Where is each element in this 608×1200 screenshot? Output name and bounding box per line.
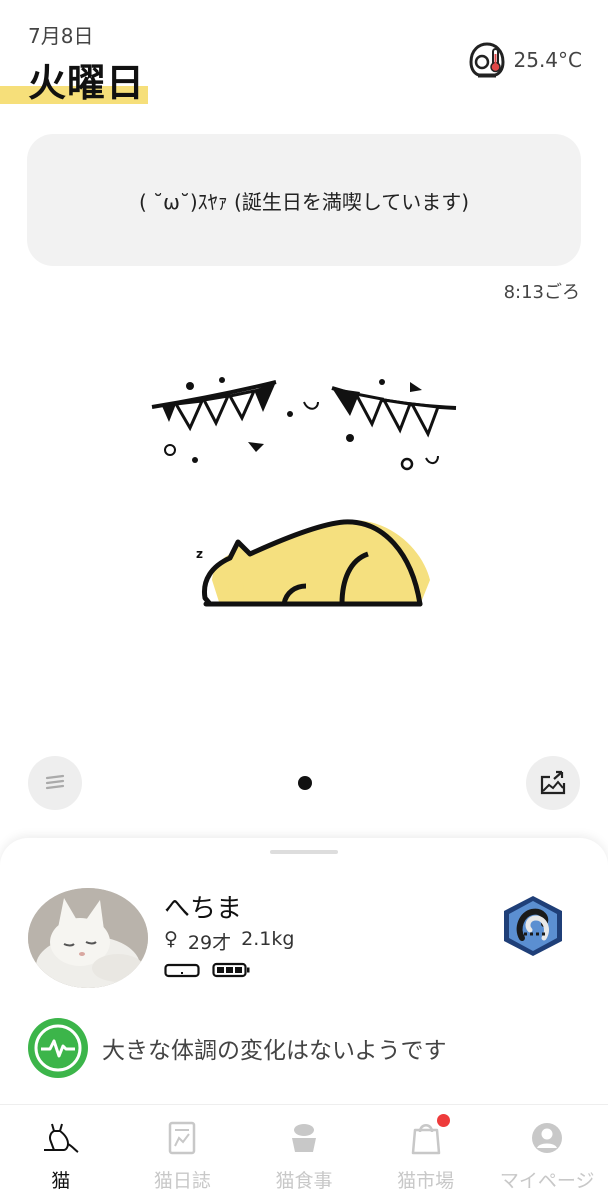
message-text: ( ˘ω˘)ｽﾔｧ (誕生日を満喫しています) <box>138 189 470 214</box>
avatar[interactable] <box>28 888 148 988</box>
sheet-handle[interactable] <box>270 850 338 854</box>
date-label: 7月8日 <box>28 24 94 48</box>
message-time: 8:13ごろ <box>503 282 580 303</box>
bottom-nav: 猫 猫日誌 猫食事 猫市場 マイページ <box>0 1106 608 1200</box>
nav-item-market[interactable]: 猫市場 <box>365 1106 487 1200</box>
health-status[interactable]: 大きな体調の変化はないようです <box>28 1018 447 1078</box>
menu-button[interactable] <box>28 756 82 810</box>
health-indicator <box>28 1018 88 1078</box>
battery-full-icon <box>212 962 250 978</box>
heartbeat-icon <box>34 1024 82 1072</box>
thermo-device-icon <box>468 42 505 78</box>
cat-weight: 2.1kg <box>241 928 295 950</box>
nav-label: 猫日誌 <box>153 1170 211 1192</box>
nav-item-cat[interactable]: 猫 <box>0 1106 122 1200</box>
diary-icon <box>169 1121 196 1155</box>
sex-symbol: ♀ <box>164 928 178 950</box>
bunting-right <box>303 379 457 471</box>
nav-item-food[interactable]: 猫食事 <box>243 1106 365 1200</box>
day-of-week-label: 火曜日 <box>28 61 146 105</box>
cat-stats: ♀ 29才 2.1kg <box>164 928 294 955</box>
cat-icon <box>43 1123 79 1153</box>
cat-age: 29才 <box>187 932 232 954</box>
nav-item-mypage[interactable]: マイページ <box>486 1106 608 1200</box>
food-bowl-icon <box>291 1124 316 1152</box>
notification-dot <box>436 1114 450 1127</box>
divider <box>0 1104 608 1105</box>
profile-icon <box>532 1123 563 1153</box>
share-button[interactable] <box>526 756 580 810</box>
nav-item-diary[interactable]: 猫日誌 <box>122 1106 244 1200</box>
sleeping-cat-scene: z <box>151 377 457 607</box>
health-text: 大きな体調の変化はないようです <box>102 1038 447 1064</box>
bunting-left <box>151 377 293 463</box>
cat-photo <box>28 888 148 988</box>
nav-label: 猫食事 <box>275 1170 333 1192</box>
nav-label: 猫市場 <box>397 1170 455 1192</box>
nav-label: 猫 <box>51 1170 71 1192</box>
day-of-week: 火曜日 <box>0 52 160 108</box>
message-bubble: ( ˘ω˘)ｽﾔｧ (誕生日を満喫しています) <box>27 134 581 266</box>
temperature-value: 25.4°C <box>513 48 583 72</box>
share-image-icon <box>540 770 566 795</box>
nav-label: マイページ <box>499 1170 595 1192</box>
svg-text:z: z <box>196 547 203 561</box>
cat-name: へちま <box>164 894 243 924</box>
temperature-indicator[interactable]: 25.4°C <box>466 40 583 80</box>
tray-device-icon <box>164 963 200 978</box>
device-status[interactable] <box>164 962 250 978</box>
page-indicator-dot <box>298 776 312 790</box>
cat-hexagon-badge-icon[interactable] <box>500 894 566 958</box>
sleeping-cat-icon: z <box>196 519 430 607</box>
menu-lines-icon <box>45 774 65 790</box>
